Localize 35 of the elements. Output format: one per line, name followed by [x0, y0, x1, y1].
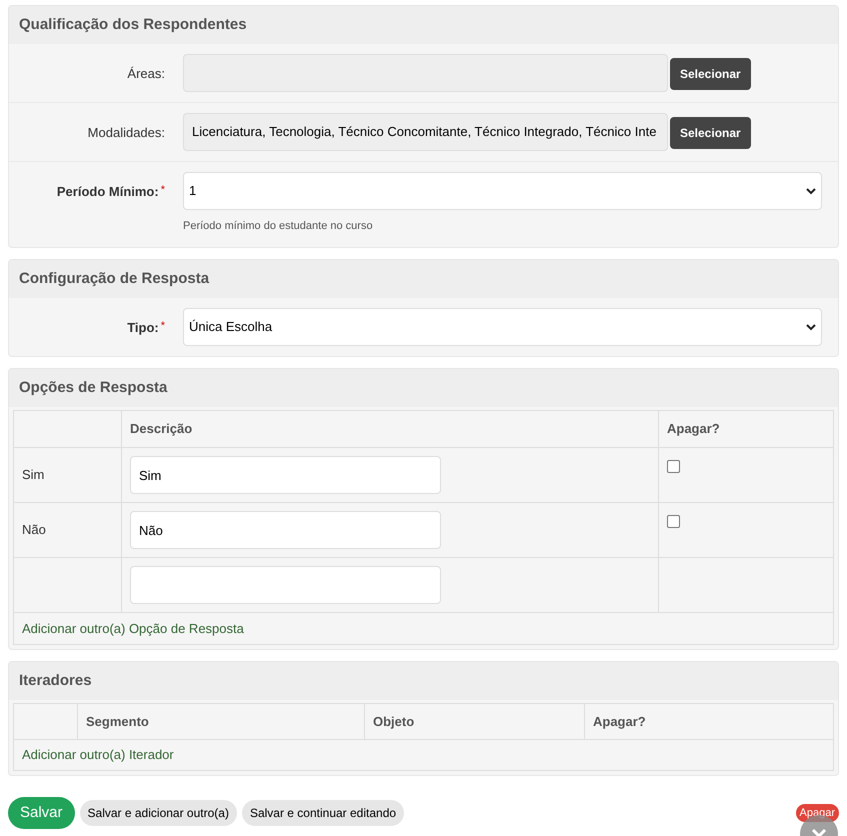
delete-checkbox[interactable] — [667, 515, 680, 528]
panel-title: Configuração de Resposta — [19, 268, 210, 289]
select-button[interactable]: Selecionar — [670, 58, 751, 90]
table-header: Descrição — [122, 410, 658, 448]
description-input[interactable]: Sim — [130, 456, 441, 494]
select-field[interactable]: 1 — [183, 172, 822, 210]
row-label: Sim — [22, 467, 44, 482]
save-and-continue-button[interactable]: Salvar e continuar editando — [242, 800, 404, 826]
description-input[interactable] — [130, 566, 441, 604]
delete-checkbox[interactable] — [667, 460, 680, 473]
field-label: Modalidades: — [88, 124, 165, 142]
selection-field[interactable] — [183, 54, 668, 92]
panel-title: Opções de Resposta — [19, 378, 168, 398]
required-asterisk: * — [160, 319, 165, 334]
panel-title: Qualificação dos Respondentes — [19, 14, 247, 35]
description-input[interactable]: Não — [130, 511, 441, 549]
table-header: Apagar? — [584, 704, 834, 740]
selection-text: Licenciatura, Tecnologia, Técnico Concomitante, Técnico Integrado, Técnico Inte — [192, 123, 656, 142]
selection-field[interactable]: Licenciatura, Tecnologia, Técnico Concomitante, Técnico Integrado, Técnico Inte — [183, 113, 668, 151]
field-label: Tipo: — [127, 319, 159, 337]
table-header: Segmento — [78, 704, 364, 740]
table-header: Objeto — [364, 704, 584, 740]
field-label: Período Mínimo: — [56, 183, 159, 201]
add-row-link[interactable]: Adicionar outro(a) Iterador — [22, 747, 174, 762]
required-asterisk: * — [160, 183, 165, 198]
chevron-down-icon — [811, 829, 827, 836]
row-label: Não — [22, 522, 46, 538]
panel-title: Iteradores — [19, 670, 92, 691]
select-field[interactable]: Única Escolha — [183, 308, 822, 346]
add-row-link[interactable]: Adicionar outro(a) Opção de Resposta — [22, 620, 244, 636]
field-label: Áreas: — [127, 65, 165, 83]
table-header: Apagar? — [658, 410, 834, 448]
select-button[interactable]: Selecionar — [670, 117, 751, 149]
help-text: Período mínimo do estudante no curso — [183, 220, 373, 232]
save-and-add-button[interactable]: Salvar e adicionar outro(a) — [80, 800, 237, 826]
